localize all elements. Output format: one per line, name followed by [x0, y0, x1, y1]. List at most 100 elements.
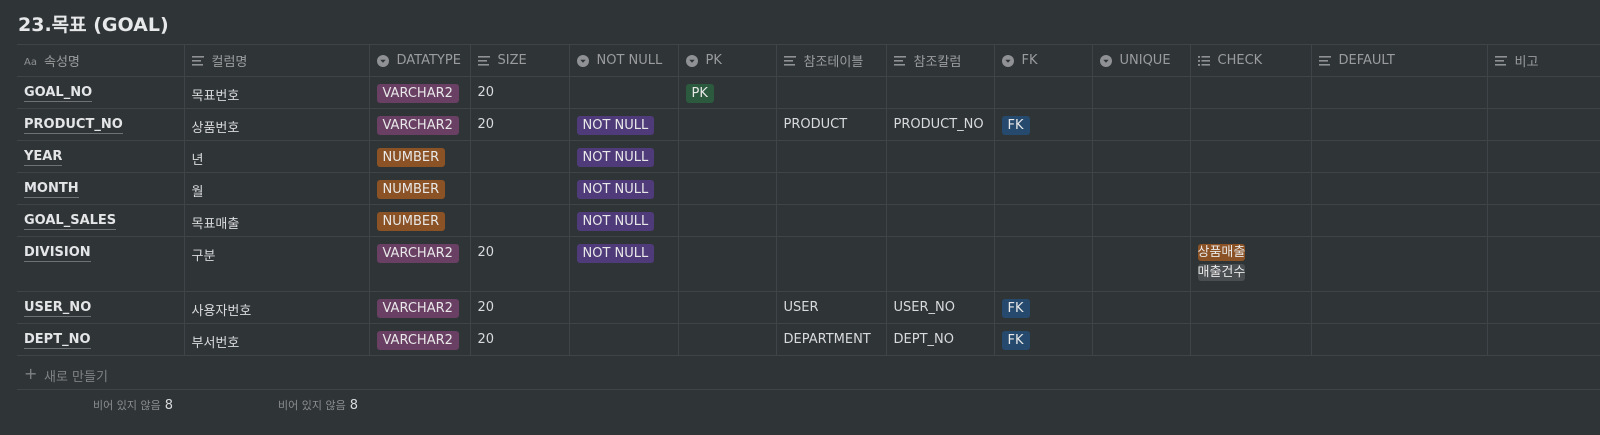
column-name-cell[interactable]: 목표매출	[184, 204, 370, 237]
note-cell[interactable]	[1487, 236, 1600, 292]
ref-table-cell[interactable]: PRODUCT	[776, 108, 887, 141]
unique-cell[interactable]	[1092, 204, 1191, 237]
not-null-cell[interactable]: NOT NULL	[569, 204, 679, 237]
attribute-cell[interactable]: GOAL_NO	[17, 76, 185, 109]
datatype-cell[interactable]: VARCHAR2	[369, 291, 471, 324]
unique-cell[interactable]	[1092, 291, 1191, 324]
table-row[interactable]: DEPT_NO 부서번호 VARCHAR2 20 DEPARTMENT DEPT_NO FK	[17, 323, 1600, 356]
ref-table-cell[interactable]	[776, 236, 887, 292]
column-header[interactable]: SIZE	[470, 44, 570, 77]
attribute-cell[interactable]: USER_NO	[17, 291, 185, 324]
pk-cell[interactable]	[678, 236, 777, 292]
ref-table-cell[interactable]	[776, 76, 887, 109]
ref-column-cell[interactable]	[886, 204, 995, 237]
column-header[interactable]: DEFAULT	[1311, 44, 1488, 77]
check-cell[interactable]	[1190, 172, 1312, 205]
column-header[interactable]: 참조칼럼	[886, 44, 995, 77]
datatype-cell[interactable]: NUMBER	[369, 172, 471, 205]
fk-cell[interactable]: FK	[994, 291, 1093, 324]
default-cell[interactable]	[1311, 291, 1488, 324]
new-row-button[interactable]: + 새로 만들기	[17, 358, 1600, 390]
column-name-cell[interactable]: 월	[184, 172, 370, 205]
size-cell[interactable]: 20	[470, 323, 570, 356]
fk-cell[interactable]: FK	[994, 108, 1093, 141]
table-row[interactable]: MONTH 월 NUMBER NOT NULL	[17, 172, 1600, 205]
fk-cell[interactable]	[994, 172, 1093, 205]
column-header[interactable]: 비고	[1487, 44, 1600, 77]
pk-cell[interactable]	[678, 140, 777, 173]
default-cell[interactable]	[1311, 108, 1488, 141]
check-cell[interactable]	[1190, 291, 1312, 324]
table-row[interactable]: GOAL_SALES 목표매출 NUMBER NOT NULL	[17, 204, 1600, 237]
check-cell[interactable]: 상품매출 매출건수	[1190, 236, 1312, 292]
column-header[interactable]: Aa 속성명	[17, 44, 185, 77]
ref-column-cell[interactable]	[886, 236, 995, 292]
size-cell[interactable]: 20	[470, 108, 570, 141]
column-header[interactable]: DATATYPE	[369, 44, 471, 77]
size-cell[interactable]: 20	[470, 291, 570, 324]
not-null-cell[interactable]	[569, 323, 679, 356]
column-header[interactable]: 참조테이블	[776, 44, 887, 77]
column-header[interactable]: PK	[678, 44, 777, 77]
ref-table-cell[interactable]	[776, 172, 887, 205]
attribute-cell[interactable]: DIVISION	[17, 236, 185, 292]
table-row[interactable]: GOAL_NO 목표번호 VARCHAR2 20 PK	[17, 76, 1600, 109]
datatype-cell[interactable]: VARCHAR2	[369, 76, 471, 109]
note-cell[interactable]	[1487, 76, 1600, 109]
attribute-cell[interactable]: MONTH	[17, 172, 185, 205]
attribute-cell[interactable]: YEAR	[17, 140, 185, 173]
check-cell[interactable]	[1190, 108, 1312, 141]
default-cell[interactable]	[1311, 204, 1488, 237]
note-cell[interactable]	[1487, 172, 1600, 205]
fk-cell[interactable]	[994, 204, 1093, 237]
column-name-cell[interactable]: 사용자번호	[184, 291, 370, 324]
default-cell[interactable]	[1311, 140, 1488, 173]
check-cell[interactable]	[1190, 323, 1312, 356]
unique-cell[interactable]	[1092, 172, 1191, 205]
pk-cell[interactable]: PK	[678, 76, 777, 109]
table-row[interactable]: PRODUCT_NO 상품번호 VARCHAR2 20 NOT NULL PRODUCT P…	[17, 108, 1600, 141]
ref-table-cell[interactable]: DEPARTMENT	[776, 323, 887, 356]
not-null-cell[interactable]: NOT NULL	[569, 236, 679, 292]
note-cell[interactable]	[1487, 323, 1600, 356]
unique-cell[interactable]	[1092, 236, 1191, 292]
column-header[interactable]: UNIQUE	[1092, 44, 1191, 77]
table-row[interactable]: USER_NO 사용자번호 VARCHAR2 20 USER USER_NO FK	[17, 291, 1600, 324]
column-name-cell[interactable]: 목표번호	[184, 76, 370, 109]
column-name-cell[interactable]: 년	[184, 140, 370, 173]
table-row[interactable]: YEAR 년 NUMBER NOT NULL	[17, 140, 1600, 173]
size-cell[interactable]: 20	[470, 236, 570, 292]
datatype-cell[interactable]: VARCHAR2	[369, 108, 471, 141]
note-cell[interactable]	[1487, 291, 1600, 324]
ref-column-cell[interactable]: DEPT_NO	[886, 323, 995, 356]
size-cell[interactable]	[470, 172, 570, 205]
default-cell[interactable]	[1311, 172, 1488, 205]
note-cell[interactable]	[1487, 140, 1600, 173]
size-cell[interactable]: 20	[470, 76, 570, 109]
attribute-cell[interactable]: PRODUCT_NO	[17, 108, 185, 141]
fk-cell[interactable]	[994, 76, 1093, 109]
size-cell[interactable]	[470, 140, 570, 173]
column-header[interactable]: FK	[994, 44, 1093, 77]
datatype-cell[interactable]: VARCHAR2	[369, 236, 471, 292]
column-header[interactable]: NOT NULL	[569, 44, 679, 77]
column-name-cell[interactable]: 상품번호	[184, 108, 370, 141]
column-name-cell[interactable]: 구분	[184, 236, 370, 292]
fk-cell[interactable]: FK	[994, 323, 1093, 356]
unique-cell[interactable]	[1092, 140, 1191, 173]
ref-column-cell[interactable]	[886, 76, 995, 109]
check-cell[interactable]	[1190, 76, 1312, 109]
not-null-cell[interactable]	[569, 291, 679, 324]
unique-cell[interactable]	[1092, 323, 1191, 356]
column-header[interactable]: CHECK	[1190, 44, 1312, 77]
ref-table-cell[interactable]	[776, 204, 887, 237]
size-cell[interactable]	[470, 204, 570, 237]
table-row[interactable]: DIVISION 구분 VARCHAR2 20 NOT NULL 상품매출 매출건수	[17, 236, 1600, 292]
summary-column-name[interactable]: 비어 있지 않음 8	[278, 397, 358, 413]
column-name-cell[interactable]: 부서번호	[184, 323, 370, 356]
unique-cell[interactable]	[1092, 108, 1191, 141]
ref-column-cell[interactable]	[886, 172, 995, 205]
pk-cell[interactable]	[678, 291, 777, 324]
not-null-cell[interactable]: NOT NULL	[569, 140, 679, 173]
ref-column-cell[interactable]	[886, 140, 995, 173]
